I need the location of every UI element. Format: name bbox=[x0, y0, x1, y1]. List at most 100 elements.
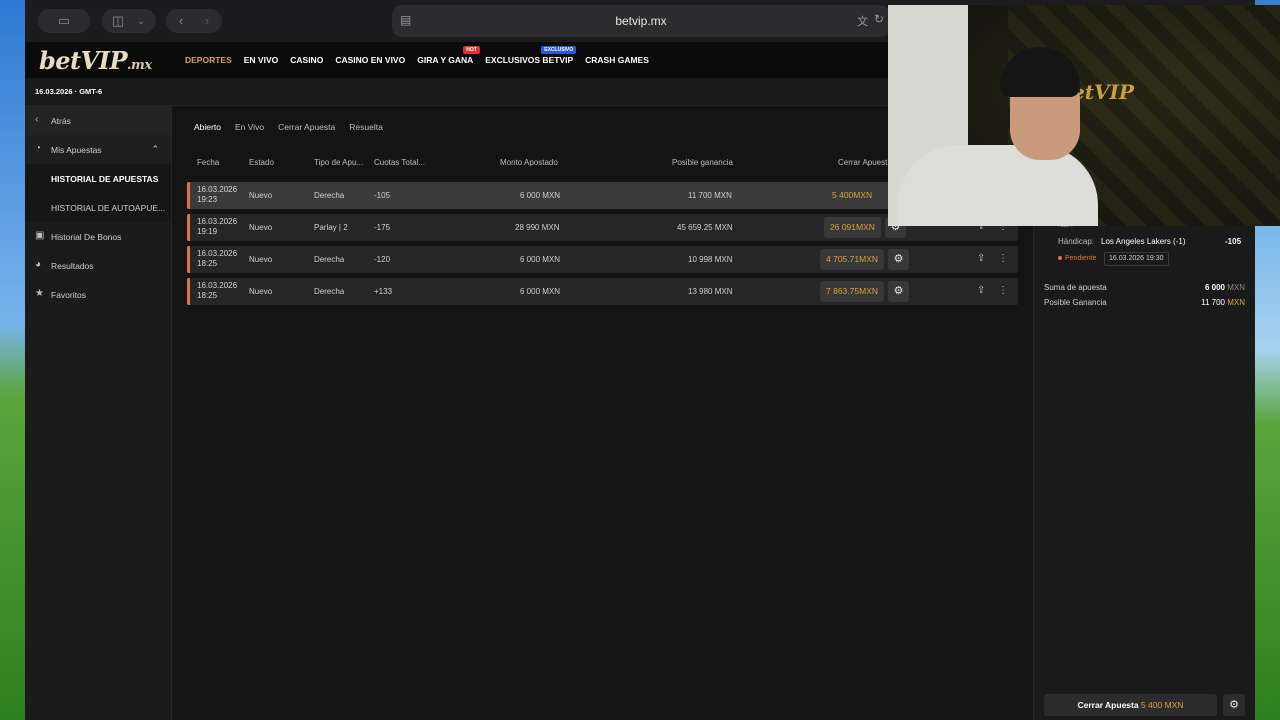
more-icon[interactable]: ⋮ bbox=[998, 253, 1008, 264]
nav-exclusivos-label: EXCLUSIVOS BETVIP bbox=[485, 55, 574, 65]
close-bet-button[interactable]: Cerrar Apuesta 5 400 MXN bbox=[1044, 694, 1217, 716]
col-monto: Monto Apostado bbox=[500, 158, 558, 167]
history-nav: ‹ › bbox=[166, 9, 222, 33]
site-logo[interactable]: betVIP.mx bbox=[39, 46, 152, 75]
nav-casino[interactable]: CASINO bbox=[290, 55, 323, 65]
translate-icon[interactable]: 文 bbox=[857, 13, 868, 29]
bet-status: Nuevo bbox=[249, 287, 273, 296]
gear-icon[interactable]: ⚙ bbox=[888, 249, 909, 270]
nav-crash-games[interactable]: CRASH GAMES bbox=[585, 55, 649, 65]
table-row[interactable]: 16.03.2026 18:25 Nuevo Derecha -120 6 000… bbox=[187, 246, 1018, 273]
bet-date-day: 16.03.2026 bbox=[197, 217, 238, 226]
payout-currency: MXN bbox=[1227, 298, 1245, 307]
nav-exclusivos[interactable]: EXCLUSIVOS BETVIP EXCLUSIVO bbox=[485, 46, 577, 65]
sidebar-item-favoritos[interactable]: ★ Favoritos bbox=[25, 280, 171, 309]
cashout-button[interactable]: 4 705.71MXN bbox=[820, 249, 884, 270]
reload-icon[interactable]: ↻ bbox=[874, 12, 884, 26]
webcam-overlay: betVIP bbox=[888, 5, 1280, 226]
gear-icon[interactable]: ⚙ bbox=[1223, 694, 1245, 716]
chevron-down-icon: ⌄ bbox=[137, 16, 145, 26]
bet-tabs: Abierto En Vivo Cerrar Apuesta Resuelta bbox=[194, 122, 383, 132]
bet-payout: 11 700 MXN bbox=[688, 191, 732, 200]
sidebar-item-mis-apuestas[interactable]: ◔ Mis Apuestas ⌃ bbox=[25, 135, 171, 164]
payout-value: 11 700 MXN bbox=[1201, 298, 1245, 307]
table-row[interactable]: 16.03.2026 18:25 Nuevo Derecha +133 6 000… bbox=[187, 278, 1018, 305]
close-bet-amount: 5 400 MXN bbox=[1140, 700, 1184, 710]
selection-odds: -105 bbox=[1225, 237, 1242, 246]
more-icon[interactable]: ⋮ bbox=[998, 285, 1008, 296]
clock-icon: ◔ bbox=[35, 143, 42, 154]
bet-stake: 6 000 MXN bbox=[520, 255, 561, 264]
main-nav: DEPORTES EN VIVO CASINO CASINO EN VIVO G… bbox=[185, 42, 649, 78]
bet-date: 16.03.2026 18:25 bbox=[197, 249, 237, 269]
bet-type: Parlay | 2 bbox=[314, 223, 348, 232]
col-tipo: Tipo de Apu... bbox=[314, 158, 364, 167]
forward-arrow-icon[interactable]: › bbox=[196, 9, 218, 33]
back-arrow-icon[interactable]: ‹ bbox=[170, 9, 192, 33]
historial-bonos-label: Historial De Bonos bbox=[51, 231, 122, 242]
sidebar-item-historial-apuestas[interactable]: HISTORIAL DE APUESTAS bbox=[25, 164, 171, 193]
chevron-left-icon: ‹ bbox=[35, 114, 39, 125]
status-text: Pendiente bbox=[1065, 255, 1097, 262]
col-cuotas: Cuotas Total... bbox=[374, 158, 425, 167]
results-icon: ◕ bbox=[35, 259, 42, 270]
tab-abierto[interactable]: Abierto bbox=[194, 122, 221, 132]
bet-type: Derecha bbox=[314, 255, 345, 264]
payout-amount: 11 700 bbox=[1201, 298, 1225, 307]
gear-icon[interactable]: ⚙ bbox=[888, 281, 909, 302]
sidebar-item-historial-bonos[interactable]: ▣ Historial De Bonos bbox=[25, 222, 171, 251]
cashout-button[interactable]: 26 091MXN bbox=[824, 217, 881, 238]
mis-apuestas-label: Mis Apuestas bbox=[51, 144, 102, 155]
bet-date-time: 18:25 bbox=[197, 291, 218, 300]
person-shirt bbox=[898, 145, 1098, 226]
bet-date-day: 16.03.2026 bbox=[197, 185, 238, 194]
sidebar: ‹ Atrás ◔ Mis Apuestas ⌃ HISTORIAL DE AP… bbox=[25, 106, 172, 720]
sidebar-item-resultados[interactable]: ◕ Resultados bbox=[25, 251, 171, 280]
tab-overview-button[interactable]: ▭ bbox=[38, 9, 90, 33]
exclusivo-badge: EXCLUSIVO bbox=[541, 46, 577, 54]
stake-label: Suma de apuesta bbox=[1044, 283, 1107, 292]
share-icon[interactable]: ⇪ bbox=[977, 253, 985, 264]
selection-text: Los Angeles Lakers (-1) bbox=[1101, 237, 1186, 246]
logo-text: betVIP bbox=[39, 46, 128, 75]
logo-suffix: .mx bbox=[127, 58, 152, 73]
back-link[interactable]: ‹ Atrás bbox=[25, 106, 171, 135]
nav-gira-y-gana[interactable]: GIRA Y GANA HOT bbox=[417, 46, 480, 65]
address-bar[interactable]: ▤ betvip.mx 文 ↻ bbox=[392, 5, 890, 37]
bet-odds: -175 bbox=[374, 223, 391, 232]
event-date: 16.03.2026 19:30 bbox=[1104, 252, 1169, 266]
bet-date-time: 19:19 bbox=[197, 227, 218, 236]
payout-label: Posible Ganancia bbox=[1044, 298, 1107, 307]
share-icon[interactable]: ⇪ bbox=[977, 285, 985, 296]
back-label: Atrás bbox=[51, 115, 71, 126]
bet-stake: 6 000 MXN bbox=[520, 287, 561, 296]
cashout-button[interactable]: 5 400MXN bbox=[826, 185, 878, 206]
sidebar-item-historial-autoapuestas[interactable]: HISTORIAL DE AUTOAPUE... bbox=[25, 193, 171, 222]
bet-payout: 45 659.25 MXN bbox=[677, 223, 733, 232]
nav-en-vivo[interactable]: EN VIVO bbox=[244, 55, 278, 65]
tab-resuelta[interactable]: Resuelta bbox=[349, 122, 383, 132]
resultados-label: Resultados bbox=[51, 260, 94, 271]
market-label: Hándicap: bbox=[1058, 237, 1095, 246]
tab-overview-icon: ▭ bbox=[57, 13, 71, 28]
col-ganancia: Posible ganancia bbox=[672, 158, 733, 167]
tab-en-vivo[interactable]: En Vivo bbox=[235, 122, 264, 132]
hot-badge: HOT bbox=[463, 46, 480, 54]
nav-deportes[interactable]: DEPORTES bbox=[185, 55, 232, 65]
stake-value: 6 000 MXN bbox=[1205, 283, 1245, 292]
cashout-button[interactable]: 7 863.75MXN bbox=[820, 281, 884, 302]
bet-date-day: 16.03.2026 bbox=[197, 281, 238, 290]
date-time: 16.03.2026 · GMT-6 bbox=[35, 87, 103, 96]
bet-status: Nuevo bbox=[249, 191, 273, 200]
bet-status: Nuevo bbox=[249, 255, 273, 264]
sidebar-toggle-button[interactable]: ◫ ⌄ bbox=[102, 9, 156, 33]
bet-stake: 28 990 MXN bbox=[515, 223, 560, 232]
bet-payout: 10 998 MXN bbox=[688, 255, 733, 264]
stake-currency: MXN bbox=[1227, 283, 1245, 292]
bet-date-day: 16.03.2026 bbox=[197, 249, 238, 258]
bet-date: 16.03.2026 19:19 bbox=[197, 217, 237, 237]
bet-type: Derecha bbox=[314, 191, 345, 200]
tab-cerrar-apuesta[interactable]: Cerrar Apuesta bbox=[278, 122, 335, 132]
nav-casino-en-vivo[interactable]: CASINO EN VIVO bbox=[335, 55, 405, 65]
chevron-up-icon: ⌃ bbox=[151, 144, 159, 154]
